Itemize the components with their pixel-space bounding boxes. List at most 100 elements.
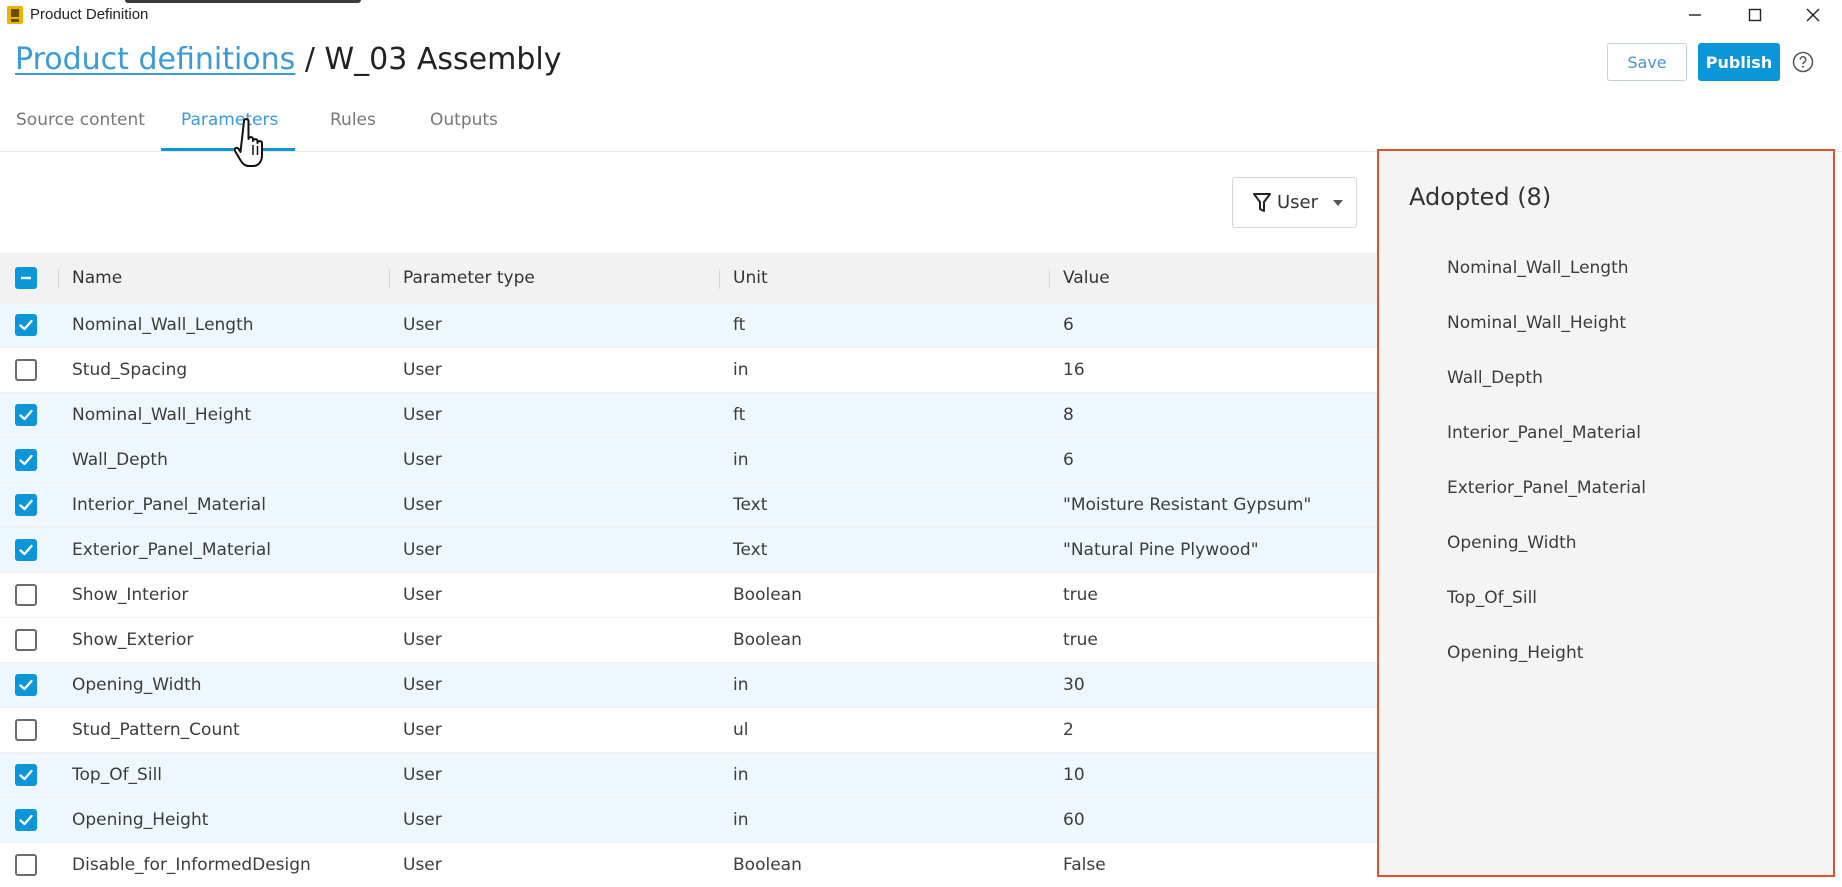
table-row[interactable]: Opening_Width User in 30: [0, 663, 1377, 708]
breadcrumb-separator: /: [295, 42, 325, 77]
checkbox-cell: [15, 708, 37, 752]
row-checkbox[interactable]: [15, 809, 37, 831]
param-name: Stud_Spacing: [72, 360, 188, 380]
adopted-item[interactable]: Opening_Width: [1447, 533, 1646, 588]
table-row[interactable]: Disable_for_InformedDesign User Boolean Fal…: [0, 843, 1377, 887]
row-checkbox[interactable]: [15, 629, 37, 651]
save-button[interactable]: Save: [1607, 43, 1687, 81]
parameters-table: Name Parameter type Unit Value Nominal_W…: [0, 253, 1377, 887]
param-unit: Boolean: [733, 585, 802, 605]
param-value: 10: [1063, 765, 1085, 785]
adopted-item[interactable]: Wall_Depth: [1447, 368, 1646, 423]
maximize-button[interactable]: [1730, 0, 1780, 30]
param-name: Opening_Height: [72, 810, 209, 830]
adopted-item[interactable]: Interior_Panel_Material: [1447, 423, 1646, 478]
param-unit: in: [733, 810, 749, 830]
column-divider: [719, 269, 720, 289]
row-checkbox[interactable]: [15, 314, 37, 336]
chevron-down-icon: [1333, 199, 1344, 206]
adopted-item[interactable]: Opening_Height: [1447, 643, 1646, 698]
table-row[interactable]: Interior_Panel_Material User Text "Moisture…: [0, 483, 1377, 528]
table-row[interactable]: Opening_Height User in 60: [0, 798, 1377, 843]
filter-icon: [1253, 192, 1271, 212]
param-type: User: [403, 315, 442, 335]
param-unit: in: [733, 450, 749, 470]
checkmark-icon: [19, 769, 33, 781]
table-row[interactable]: Show_Exterior User Boolean true: [0, 618, 1377, 663]
tab-outputs[interactable]: Outputs: [430, 110, 498, 130]
param-value: 6: [1063, 315, 1074, 335]
column-divider: [389, 269, 390, 289]
checkbox-cell: [15, 618, 37, 662]
row-checkbox[interactable]: [15, 674, 37, 696]
param-value: true: [1063, 630, 1098, 650]
row-checkbox[interactable]: [15, 494, 37, 516]
adopted-title: Adopted (8): [1409, 183, 1552, 211]
close-window-button[interactable]: [1788, 0, 1838, 30]
column-header-parameter-type[interactable]: Parameter type: [403, 253, 535, 303]
adopted-panel: Adopted (8) Nominal_Wall_Length Nominal_W…: [1377, 149, 1835, 877]
param-name: Disable_for_InformedDesign: [72, 855, 311, 875]
breadcrumb-link-product-definitions[interactable]: Product definitions: [15, 42, 295, 77]
row-checkbox[interactable]: [15, 449, 37, 471]
row-checkbox[interactable]: [15, 404, 37, 426]
column-header-unit[interactable]: Unit: [733, 253, 768, 303]
checkbox-cell: [15, 303, 37, 347]
title-bar-shadow: [125, 0, 361, 3]
row-checkbox[interactable]: [15, 539, 37, 561]
adopted-item[interactable]: Exterior_Panel_Material: [1447, 478, 1646, 533]
table-header: Name Parameter type Unit Value: [0, 253, 1377, 303]
table-row[interactable]: Nominal_Wall_Length User ft 6: [0, 303, 1377, 348]
filter-dropdown[interactable]: User: [1232, 177, 1357, 228]
hand-pointer-icon: [234, 118, 263, 167]
column-header-name[interactable]: Name: [72, 253, 122, 303]
table-row[interactable]: Nominal_Wall_Height User ft 8: [0, 393, 1377, 438]
param-type: User: [403, 810, 442, 830]
adopted-item[interactable]: Nominal_Wall_Height: [1447, 313, 1646, 368]
tab-source-content[interactable]: Source content: [16, 110, 145, 130]
row-checkbox[interactable]: [15, 719, 37, 741]
param-unit: in: [733, 765, 749, 785]
param-type: User: [403, 765, 442, 785]
param-name: Stud_Pattern_Count: [72, 720, 240, 740]
param-name: Wall_Depth: [72, 450, 168, 470]
window-title: Product Definition: [30, 6, 149, 23]
column-header-value[interactable]: Value: [1063, 253, 1110, 303]
minimize-button[interactable]: [1670, 0, 1720, 30]
row-checkbox[interactable]: [15, 359, 37, 381]
row-checkbox[interactable]: [15, 854, 37, 876]
filter-label: User: [1277, 192, 1319, 213]
tab-bar: Source content Parameters Rules Outputs: [0, 104, 1842, 152]
param-type: User: [403, 495, 442, 515]
publish-button[interactable]: Publish: [1698, 43, 1780, 81]
param-type: User: [403, 540, 442, 560]
param-name: Opening_Width: [72, 675, 202, 695]
select-all-checkbox[interactable]: [15, 267, 37, 289]
param-value: "Natural Pine Plywood": [1063, 540, 1259, 560]
table-row[interactable]: Exterior_Panel_Material User Text "Natural …: [0, 528, 1377, 573]
param-value: 60: [1063, 810, 1085, 830]
maximize-icon: [1748, 8, 1762, 22]
table-row[interactable]: Top_Of_Sill User in 10: [0, 753, 1377, 798]
param-type: User: [403, 720, 442, 740]
param-name: Interior_Panel_Material: [72, 495, 266, 515]
row-checkbox[interactable]: [15, 584, 37, 606]
table-row[interactable]: Stud_Spacing User in 16: [0, 348, 1377, 393]
table-row[interactable]: Stud_Pattern_Count User ul 2: [0, 708, 1377, 753]
tab-rules[interactable]: Rules: [330, 110, 376, 130]
row-checkbox[interactable]: [15, 764, 37, 786]
table-row[interactable]: Wall_Depth User in 6: [0, 438, 1377, 483]
param-unit: Text: [733, 540, 768, 560]
table-row[interactable]: Show_Interior User Boolean true: [0, 573, 1377, 618]
checkmark-icon: [19, 319, 33, 331]
app-logo-icon: [7, 6, 23, 24]
param-type: User: [403, 405, 442, 425]
checkbox-cell: [15, 663, 37, 707]
help-icon[interactable]: [1792, 51, 1814, 73]
active-tab-indicator: [161, 148, 295, 151]
adopted-item[interactable]: Nominal_Wall_Length: [1447, 258, 1646, 313]
param-unit: in: [733, 360, 749, 380]
column-divider: [58, 269, 59, 289]
adopted-item[interactable]: Top_Of_Sill: [1447, 588, 1646, 643]
param-name: Show_Interior: [72, 585, 189, 605]
